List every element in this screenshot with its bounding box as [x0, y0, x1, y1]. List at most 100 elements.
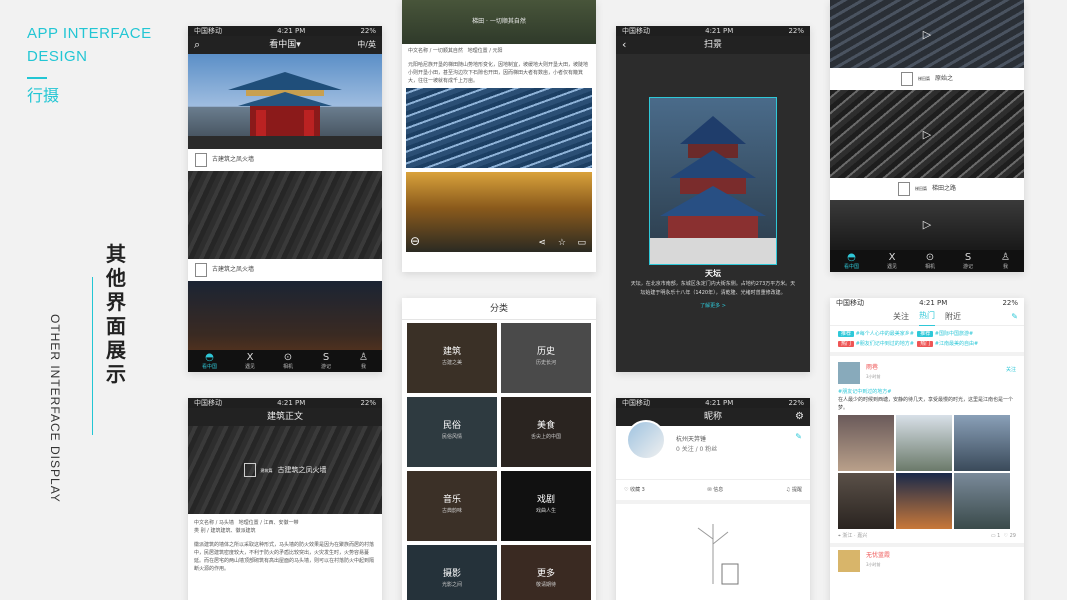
tab-bar: ◓ 看中国 X 遇见 ⊙ 相机 S 游记 ♙ 我 [830, 250, 1024, 272]
wall-image[interactable] [188, 171, 382, 259]
video-caption-1-tag: 梯田篇 [917, 76, 930, 81]
status-bar: 中国移动 4:21 PM 22% [616, 398, 810, 408]
post-header-2: 无忧蓝霞 3小时前 [830, 543, 1024, 572]
scan-info: 天坛 天坛，在北京市南部，东城区永定门内大街东侧。占地约273万平方米。天坛始建… [630, 268, 796, 311]
topic-tag[interactable]: #朋友们记中到过的地方# [856, 341, 914, 347]
section-title-en-wrap: OTHER INTERFACE DISPLAY [48, 298, 78, 518]
topic-tag[interactable]: #江南最美的自由# [935, 341, 978, 347]
settings-icon[interactable]: ⚙ [795, 408, 804, 426]
terrace-top-image[interactable]: 梯田 · 一切顺其自然 [402, 0, 596, 44]
like-count[interactable]: ♡ 29 [1004, 533, 1016, 539]
back-chevron-icon[interactable]: ‹ [622, 36, 626, 54]
tab-xiangji[interactable]: ⊙ 相机 [283, 352, 293, 370]
video-card-3[interactable]: ▷ [830, 200, 1024, 248]
stamp-icon [897, 182, 910, 196]
search-icon[interactable]: ⌕ [194, 36, 200, 54]
avatar[interactable] [838, 550, 860, 572]
photo-thumb[interactable] [838, 473, 894, 529]
edit-icon[interactable]: ✎ [795, 432, 802, 441]
brand-block: APP INTERFACE DESIGN 行摄 [27, 22, 157, 105]
tab-wo[interactable]: ♙ 我 [1001, 252, 1010, 270]
cross-icon: X [888, 252, 896, 263]
follow-button[interactable]: 关注 [1006, 366, 1016, 374]
comment-icon[interactable]: ▭ [577, 238, 586, 248]
screen-scan: 中国移动 4:21 PM 22% ‹ 扫景 天坛 天坛，在北京市南部，东城区永定门内大… [616, 26, 810, 372]
tab-youji[interactable]: S 游记 [963, 252, 973, 270]
remind-button[interactable]: ♫ 提醒 [786, 486, 802, 494]
tab-nearby[interactable]: 附近 [945, 308, 961, 326]
tab-hot[interactable]: 热门 [919, 307, 935, 326]
post-topic[interactable]: #朋友记中到过的地方# [830, 386, 1024, 396]
article-stamp-label: 建筑篇 [260, 467, 273, 473]
nav-title[interactable]: 看中国▾ [269, 36, 301, 54]
tab-wo[interactable]: ♙ 我 [359, 352, 368, 370]
tab-kanzhongguo[interactable]: ◓ 看中国 [844, 252, 859, 270]
section-title-en: OTHER INTERFACE DISPLAY [48, 314, 62, 503]
photo-thumb[interactable] [838, 415, 894, 471]
stamp-icon [195, 153, 207, 167]
comment-count[interactable]: ▭ 1 [991, 533, 1001, 539]
category-food[interactable]: 美食 舌尖上的中国 [501, 397, 591, 467]
avatar[interactable] [838, 362, 860, 384]
play-icon[interactable]: ▷ [923, 28, 931, 41]
camera-icon: ⊙ [283, 352, 293, 363]
category-folk[interactable]: 民俗 民俗风情 [407, 397, 497, 467]
favorites-button[interactable]: ♡ 收藏 3 [624, 486, 645, 494]
terrace-image-gold[interactable]: ⊖ ⋖ ☆ ▭ [406, 172, 592, 252]
topic-tag[interactable]: #每个人心中的最美家乡# [856, 331, 914, 337]
article-nav: 建筑正文 [188, 408, 382, 426]
status-bar: 中国移动 4:21 PM 22% [188, 398, 382, 408]
tab-bar: ◓ 看中国 X 遇见 ⊙ 相机 S 游记 ♙ 我 [188, 350, 382, 372]
play-icon[interactable]: ▷ [923, 128, 931, 141]
pagoda-image[interactable] [188, 54, 382, 149]
scan-frame[interactable] [649, 97, 777, 265]
back-icon[interactable]: ⊖ [410, 234, 420, 248]
video-caption-1[interactable]: 梯田篇 原始之 [830, 68, 1024, 90]
tab-yujian[interactable]: X 遇见 [887, 252, 897, 270]
pagoda-illustration [188, 72, 382, 149]
category-architecture[interactable]: 建筑 古建之美 [407, 323, 497, 393]
edit-icon[interactable]: ✎ [1011, 308, 1018, 326]
category-drama[interactable]: 戏剧 戏曲人生 [501, 471, 591, 541]
video-card-1[interactable]: ▷ [830, 0, 1024, 68]
photo-thumb[interactable] [896, 415, 952, 471]
article-meta: 中文名称 / 马头墙 地理位置 / 江西、安徽一带 类 别 / 建筑建筑、徽派建… [194, 520, 299, 534]
topic-tag[interactable]: #国际中国旅游# [935, 331, 973, 337]
messages-button[interactable]: ✉ 信息 [707, 486, 723, 494]
screen-terrace: 梯田 · 一切顺其自然 中文名称 / 一切顺其自然 地理位置 / 元阳 元阳哈尼… [402, 0, 596, 272]
post-user[interactable]: 雨巷 [866, 364, 878, 372]
eye-icon: ◓ [847, 252, 856, 263]
home-caption-1[interactable]: 古建筑之凤火墙 [188, 149, 382, 171]
video-card-2[interactable]: ▷ [830, 90, 1024, 178]
profile-name: 杭州天笄锤 [676, 436, 707, 443]
category-music[interactable]: 音乐 古典韵味 [407, 471, 497, 541]
tab-kanzhongguo[interactable]: ◓ 看中国 [202, 352, 217, 370]
home-caption-2[interactable]: 古建筑之凤火墙 [188, 259, 382, 281]
tab-follow[interactable]: 关注 [893, 308, 909, 326]
post-user-2[interactable]: 无忧蓝霞 [866, 552, 890, 560]
stamp-icon [900, 72, 913, 86]
tab-yujian[interactable]: X 遇见 [245, 352, 255, 370]
tab-xiangji[interactable]: ⊙ 相机 [925, 252, 935, 270]
photo-thumb[interactable] [954, 415, 1010, 471]
share-icon[interactable]: ⋖ [538, 238, 546, 248]
terrace-image-blue[interactable] [406, 88, 592, 168]
category-history[interactable]: 历史 历史长河 [501, 323, 591, 393]
learn-more-link[interactable]: 了解更多 > [630, 301, 796, 311]
avatar[interactable] [626, 420, 666, 460]
ui-showcase: APP INTERFACE DESIGN 行摄 其他界面展示 OTHER INT… [0, 0, 1067, 600]
star-icon[interactable]: ☆ [558, 238, 566, 248]
category-more[interactable]: 更多 敬请期待 [501, 545, 591, 600]
play-icon[interactable]: ▷ [923, 218, 931, 231]
stamp-icon [243, 463, 256, 477]
screen-article: 中国移动 4:21 PM 22% 建筑正文 建筑篇 古建筑之凤火墙 中文名称 / 马头… [188, 398, 382, 600]
brand-title-cn: 行摄 [27, 86, 60, 105]
photo-thumb[interactable] [896, 473, 952, 529]
video-caption-2[interactable]: 梯田篇 梯田之路 [830, 178, 1024, 200]
tab-youji[interactable]: S 游记 [321, 352, 331, 370]
category-photo[interactable]: 摄影 光影之间 [407, 545, 497, 600]
photo-thumb[interactable] [954, 473, 1010, 529]
lang-toggle[interactable]: 中/英 [357, 36, 376, 54]
profile-actions: ♡ 收藏 3 ✉ 信息 ♫ 提醒 [616, 480, 810, 504]
status-bar: 中国移动 4:21 PM 22% [188, 26, 382, 36]
